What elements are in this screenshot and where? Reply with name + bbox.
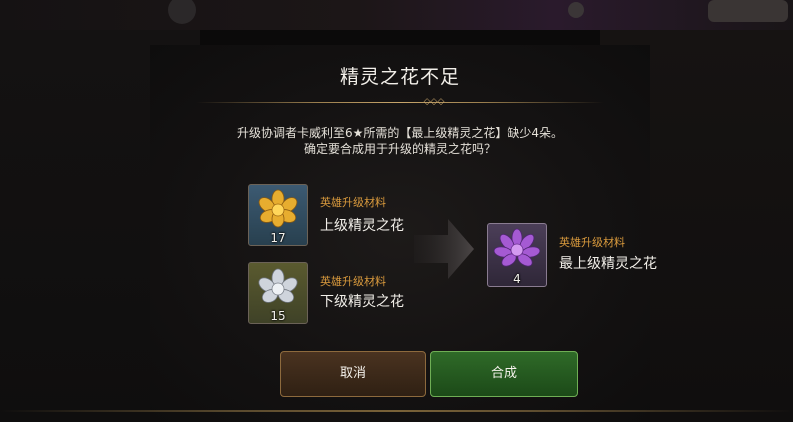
bottom-divider xyxy=(0,410,793,412)
result-type-label: 英雄升级材料 xyxy=(559,236,625,249)
dialog-message-line-2: 确定要合成用于升级的精灵之花吗？ xyxy=(303,142,496,156)
material-name-gold: 上级精灵之花 xyxy=(320,218,404,234)
synthesize-button[interactable]: 合成 xyxy=(430,351,578,397)
title-divider xyxy=(196,102,604,103)
silver-spirit-flower-icon xyxy=(258,268,298,303)
material-item-gold[interactable]: 17 xyxy=(248,184,308,246)
gold-spirit-flower-icon xyxy=(258,189,298,228)
material-name-silver: 下级精灵之花 xyxy=(320,294,404,310)
material-count-silver: 15 xyxy=(270,309,286,323)
material-type-label-silver: 英雄升级材料 xyxy=(320,275,386,288)
material-item-silver[interactable]: 15 xyxy=(248,262,308,324)
cancel-button[interactable]: 取消 xyxy=(280,351,426,397)
result-count: 4 xyxy=(513,272,521,286)
result-name: 最上级精灵之花 xyxy=(559,256,657,272)
divider-ornament-icon: ◇◇◇ xyxy=(423,97,445,107)
background-status-icon xyxy=(568,2,584,18)
background-pill-button xyxy=(708,0,788,22)
result-item-purple[interactable]: 4 xyxy=(487,223,547,287)
background-top-bar xyxy=(0,0,793,30)
synthesis-arrow-icon xyxy=(414,219,474,279)
synthesis-dialog: 精灵之花不足 ◇◇◇ 升级协调者卡威利至6★所需的【最上级精灵之花】缺少4朵。 … xyxy=(150,45,657,422)
dialog-title: 精灵之花不足 xyxy=(339,66,460,88)
material-count-gold: 17 xyxy=(270,231,286,245)
material-type-label-gold: 英雄升级材料 xyxy=(320,196,386,209)
dialog-message-line-1: 升级协调者卡威利至6★所需的【最上级精灵之花】缺少4朵。 xyxy=(236,126,564,140)
purple-spirit-flower-icon xyxy=(494,228,540,267)
